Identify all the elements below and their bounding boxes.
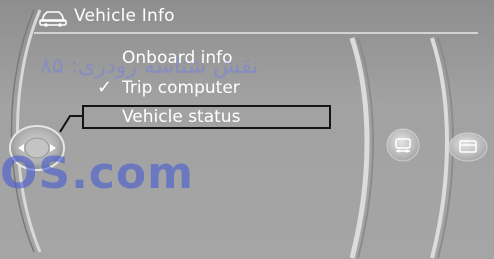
idrive-screen: Vehicle Info Onboard info ✓ Trip compute… <box>0 0 494 259</box>
page-title: Vehicle Info <box>74 6 175 26</box>
watermark-latin: OS.com <box>0 148 194 199</box>
card-icon[interactable] <box>448 132 488 162</box>
checkmark-icon: ✓ <box>97 77 113 98</box>
menu-item-vehicle-status[interactable]: Vehicle status <box>122 107 240 127</box>
car-icon <box>38 8 68 28</box>
watermark-persian: نقش شناسه رودری: ۸۵ <box>40 54 259 79</box>
vehicle-settings-icon[interactable] <box>386 128 420 162</box>
menu-item-trip-computer[interactable]: Trip computer <box>122 78 240 98</box>
